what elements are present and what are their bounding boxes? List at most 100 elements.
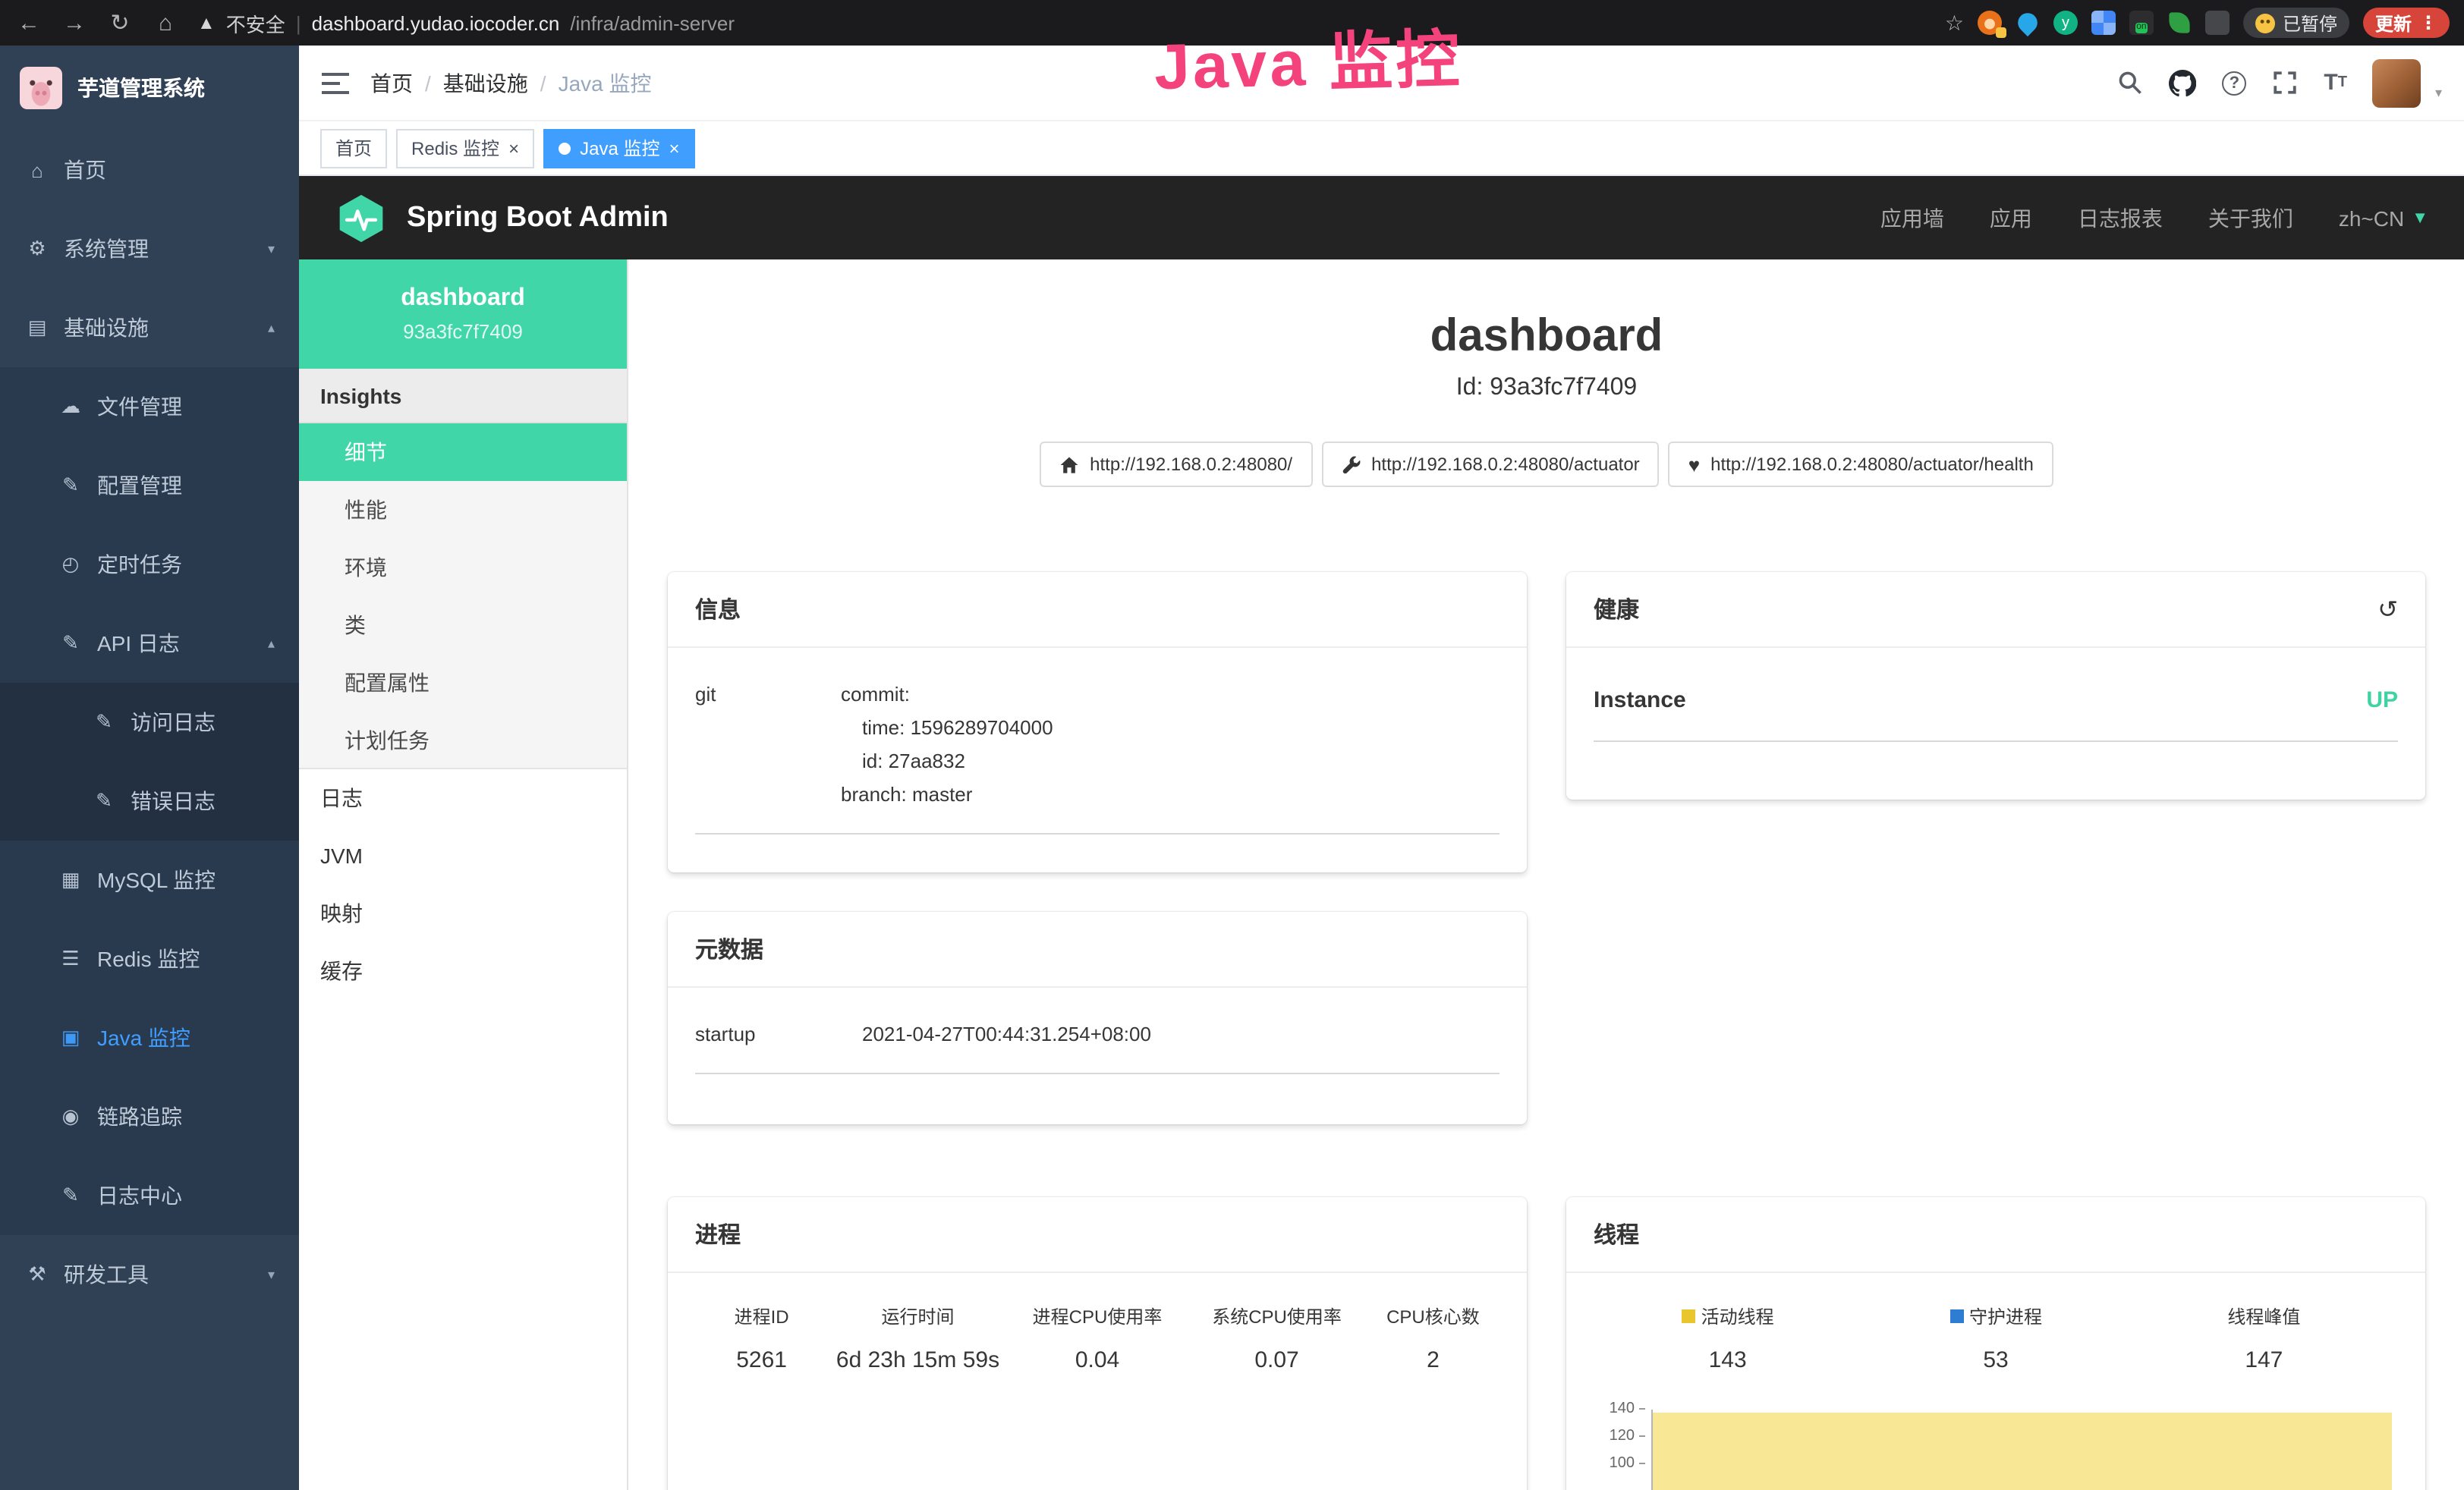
sidebar-item-trace[interactable]: ◉ 链路追踪 [0,1077,299,1156]
sba-detail-content: dashboard Id: 93a3fc7f7409 http://192.16… [628,259,2464,1490]
metadata-value: 2021-04-27T00:44:31.254+08:00 [862,1018,1151,1051]
breadcrumb-infrastructure[interactable]: 基础设施 [443,68,528,98]
app-logo-row[interactable]: 芋道管理系统 [0,46,299,130]
metadata-key: startup [695,1018,862,1051]
sba-nav-journal[interactable]: 日志报表 [2078,203,2163,233]
reload-icon[interactable]: ↻ [106,9,134,36]
sidebar-item-redis-monitor[interactable]: ☰ Redis 监控 [0,919,299,998]
sidebar-item-file-management[interactable]: ☁ 文件管理 [0,367,299,446]
cloud-icon: ☁ [58,395,83,419]
sidebar-item-error-logs[interactable]: ✎ 错误日志 [0,762,299,841]
sba-item-classes[interactable]: 类 [299,596,627,654]
forward-icon[interactable]: → [61,10,88,36]
sidebar-item-infrastructure[interactable]: ▤ 基础设施 ▴ [0,288,299,367]
bookmark-star-icon[interactable]: ☆ [1945,10,1964,36]
legend-daemon-threads: 守护进程 53 [1861,1303,2129,1373]
extension-drop-icon[interactable] [2014,9,2041,36]
paused-badge[interactable]: 已暂停 [2243,8,2349,38]
info-card: 信息 git commit: time: 1596289704000 [668,572,1527,872]
sidebar-item-scheduled-tasks[interactable]: ◴ 定时任务 [0,525,299,604]
tab-redis-monitor[interactable]: Redis 监控 × [396,128,534,168]
close-icon[interactable]: × [669,139,679,157]
fullscreen-icon[interactable] [2272,70,2298,96]
metadata-card: 元数据 startup 2021-04-27T00:44:31.254+08:0… [668,912,1527,1124]
heart-icon: ♥ [1688,453,1700,476]
sidebar-item-java-monitor[interactable]: ▣ Java 监控 [0,998,299,1077]
hamburger-icon[interactable] [322,72,349,93]
timer-icon: ◴ [58,552,83,577]
home-icon [1059,454,1079,474]
threads-card-header: 线程 [1566,1197,2425,1273]
sidebar-item-config-management[interactable]: ✎ 配置管理 [0,446,299,525]
actuator-url-button[interactable]: http://192.168.0.2:48080/actuator [1321,442,1660,487]
browser-actions: ☆ y on 已暂停 更新 ⋮ [1945,8,2450,38]
sidebar-item-mysql-monitor[interactable]: ▦ MySQL 监控 [0,841,299,919]
url-host: dashboard.yudao.iocoder.cn [312,11,560,34]
help-icon[interactable]: ? [2222,71,2246,95]
mysql-icon: ▦ [58,868,83,892]
app-sidebar: 芋道管理系统 ⌂ 首页 ⚙ 系统管理 ▾ ▤ 基础设施 ▴ ☁ 文件管理 ✎ [0,46,299,1490]
trace-eye-icon: ◉ [58,1105,83,1129]
sba-brand-title[interactable]: Spring Boot Admin [407,201,669,234]
sba-item-mappings[interactable]: 映射 [299,885,627,942]
sba-item-jvm[interactable]: JVM [299,827,627,885]
health-instance-label: Instance [1594,687,1686,713]
sba-logo-icon[interactable] [335,192,387,244]
sba-nav-items: 应用墙 应用 日志报表 关于我们 zh~CN ▼ [1880,203,2428,233]
address-bar[interactable]: ▲ 不安全 | dashboard.yudao.iocoder.cn/infra… [197,8,1927,37]
extension-fox-icon[interactable] [1978,11,2002,35]
sba-item-scheduled-tasks[interactable]: 计划任务 [299,712,627,769]
close-icon[interactable]: × [508,139,519,157]
sba-instance-sidebar: dashboard 93a3fc7f7409 Insights 细节 性能 环境… [299,259,628,1490]
tab-java-monitor[interactable]: Java 监控 × [543,128,694,168]
service-url-button[interactable]: http://192.168.0.2:48080/ [1040,442,1312,487]
extension-grid-icon[interactable] [2091,11,2116,35]
sidebar-item-api-logs[interactable]: ✎ API 日志 ▴ [0,604,299,683]
font-size-icon[interactable]: TT [2324,70,2347,96]
browser-home-icon[interactable]: ⌂ [152,10,179,36]
java-monitor-icon: ▣ [58,1026,83,1050]
sba-language-selector[interactable]: zh~CN ▼ [2339,206,2428,230]
info-key: git [695,678,841,812]
process-card: 进程 进程ID 5261 [668,1197,1527,1490]
breadcrumb-current: Java 监控 [559,68,652,98]
back-icon[interactable]: ← [15,10,42,36]
sba-item-metrics[interactable]: 性能 [299,481,627,539]
app-title: 芋道管理系统 [77,73,205,103]
sba-nav-about[interactable]: 关于我们 [2208,203,2293,233]
extension-y-icon[interactable]: y [2053,11,2078,35]
avatar-caret-icon[interactable]: ▾ [2435,84,2442,107]
sba-item-environment[interactable]: 环境 [299,539,627,596]
sba-item-caches[interactable]: 缓存 [299,942,627,1000]
breadcrumb-home[interactable]: 首页 [370,68,413,98]
sba-item-details[interactable]: 细节 [299,423,627,481]
sba-item-config-props[interactable]: 配置属性 [299,654,627,712]
legend-peak-threads: 线程峰值 147 [2130,1303,2398,1373]
browser-menu-icon[interactable]: ⋮ [2419,12,2437,33]
history-icon[interactable]: ↺ [2377,594,2398,624]
health-url-button[interactable]: ♥ http://192.168.0.2:48080/actuator/heal… [1669,442,2053,487]
update-button[interactable]: 更新 ⋮ [2363,8,2450,38]
tab-home[interactable]: 首页 [320,128,387,168]
wrench-icon [1341,454,1361,474]
metric-process-cpu: 进程CPU使用率 0.04 [1008,1303,1188,1373]
github-icon[interactable] [2169,69,2196,96]
sidebar-item-access-logs[interactable]: ✎ 访问日志 [0,683,299,762]
user-avatar[interactable] [2373,58,2422,107]
extension-on-icon[interactable]: on [2129,11,2154,35]
sidebar-item-dev-tools[interactable]: ⚒ 研发工具 ▾ [0,1235,299,1314]
search-icon[interactable] [2117,70,2143,96]
sidebar-item-log-center[interactable]: ✎ 日志中心 [0,1156,299,1235]
extension-leaf-icon[interactable] [2169,12,2189,33]
sba-item-logs[interactable]: 日志 [299,769,627,827]
sba-nav-wallboard[interactable]: 应用墙 [1880,203,1944,233]
home-icon: ⌂ [24,159,50,181]
extensions-puzzle-icon[interactable] [2205,11,2230,35]
sba-nav-applications[interactable]: 应用 [1990,203,2032,233]
instance-subtitle: Id: 93a3fc7f7409 [668,375,2425,402]
info-row-git: git commit: time: 1596289704000 id: 27aa… [695,660,1499,835]
sidebar-item-system[interactable]: ⚙ 系统管理 ▾ [0,209,299,288]
health-instance-row[interactable]: Instance UP [1594,660,2398,742]
extension-badge [1996,27,2006,38]
sidebar-item-home[interactable]: ⌂ 首页 [0,130,299,209]
